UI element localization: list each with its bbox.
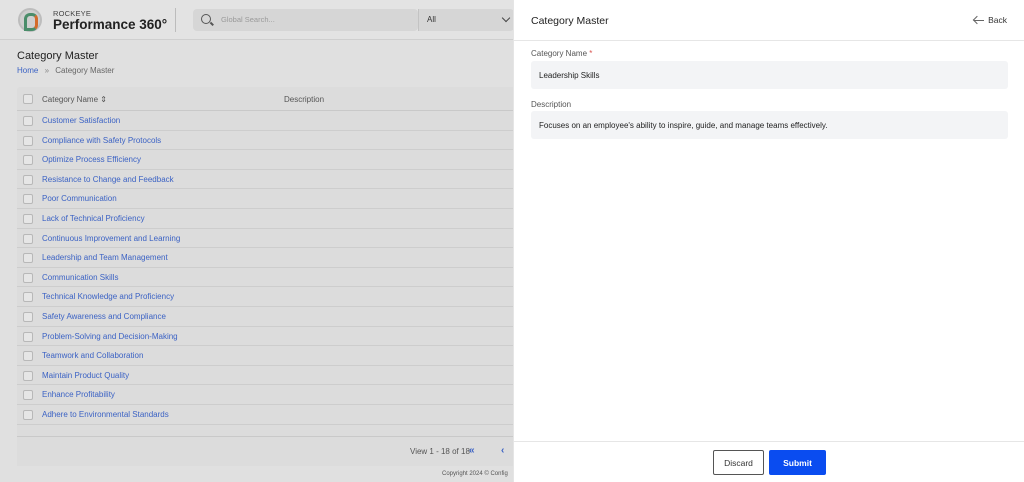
- arrow-left-icon: [974, 16, 985, 24]
- table-row[interactable]: Customer Satisfaction: [17, 111, 522, 131]
- category-name-link[interactable]: Communication Skills: [42, 273, 118, 282]
- description-field[interactable]: Focuses on an employee's ability to insp…: [531, 111, 1008, 139]
- table-row[interactable]: Compliance with Safety Protocols: [17, 131, 522, 151]
- search-placeholder: Global Search...: [221, 15, 275, 24]
- submit-button[interactable]: Submit: [769, 450, 826, 475]
- row-checkbox[interactable]: [23, 390, 33, 401]
- category-name-link[interactable]: Teamwork and Collaboration: [42, 351, 143, 360]
- category-name-link[interactable]: Technical Knowledge and Proficiency: [42, 292, 174, 301]
- previous-page-button[interactable]: ‹: [501, 445, 504, 456]
- row-checkbox[interactable]: [23, 253, 33, 264]
- search-filter-select[interactable]: All: [418, 9, 514, 31]
- table-row[interactable]: Enhance Profitability: [17, 385, 522, 405]
- row-checkbox[interactable]: [23, 292, 33, 303]
- column-header-category-name[interactable]: Category Name ⇕: [42, 95, 107, 104]
- category-table: Category Name ⇕ Description Customer Sat…: [17, 87, 522, 466]
- divider: [175, 8, 176, 32]
- pagination-summary: View 1 - 18 of 18: [410, 447, 470, 456]
- category-name-label-text: Category Name: [531, 49, 588, 58]
- row-checkbox[interactable]: [23, 135, 33, 146]
- category-name-label: Category Name *: [531, 49, 592, 58]
- back-button[interactable]: Back: [974, 15, 1007, 25]
- copyright-text: Copyright 2024 © Config: [442, 471, 508, 477]
- search-icon: [201, 14, 211, 24]
- breadcrumb-current: Category Master: [55, 66, 115, 75]
- discard-button[interactable]: Discard: [713, 450, 764, 475]
- table-row[interactable]: Communication Skills: [17, 268, 522, 288]
- page-title: Category Master: [17, 50, 99, 62]
- table-row[interactable]: Poor Communication: [17, 189, 522, 209]
- filter-value: All: [427, 15, 436, 24]
- category-name-link[interactable]: Adhere to Environmental Standards: [42, 410, 169, 419]
- category-name-link[interactable]: Poor Communication: [42, 194, 117, 203]
- panel-footer: Discard Submit: [514, 441, 1024, 482]
- table-header: Category Name ⇕ Description: [17, 87, 522, 111]
- table-row[interactable]: Leadership and Team Management: [17, 248, 522, 268]
- back-label: Back: [988, 15, 1007, 25]
- row-checkbox[interactable]: [23, 370, 33, 381]
- category-name-link[interactable]: Leadership and Team Management: [42, 253, 168, 262]
- table-row[interactable]: Lack of Technical Proficiency: [17, 209, 522, 229]
- panel-header: Category Master Back: [514, 0, 1024, 41]
- category-name-link[interactable]: Enhance Profitability: [42, 390, 115, 399]
- breadcrumb-separator: »: [44, 66, 50, 75]
- row-checkbox[interactable]: [23, 331, 33, 342]
- category-detail-panel: Category Master Back Category Name * Lea…: [513, 0, 1024, 482]
- category-name-link[interactable]: Resistance to Change and Feedback: [42, 175, 174, 184]
- row-checkbox[interactable]: [23, 410, 33, 420]
- category-name-link[interactable]: Safety Awareness and Compliance: [42, 312, 166, 321]
- table-row[interactable]: Safety Awareness and Compliance: [17, 307, 522, 327]
- row-checkbox[interactable]: [23, 174, 33, 185]
- table-pagination: View 1 - 18 of 18 « ‹: [17, 436, 522, 466]
- table-row[interactable]: Problem-Solving and Decision-Making: [17, 327, 522, 347]
- row-checkbox[interactable]: [23, 272, 33, 283]
- panel-title: Category Master: [531, 15, 609, 27]
- table-row[interactable]: Optimize Process Efficiency: [17, 150, 522, 170]
- row-checkbox[interactable]: [23, 116, 33, 126]
- table-row[interactable]: Teamwork and Collaboration: [17, 346, 522, 366]
- breadcrumb: Home » Category Master: [17, 66, 114, 75]
- category-name-link[interactable]: Lack of Technical Proficiency: [42, 214, 145, 223]
- category-name-field[interactable]: Leadership Skills: [531, 61, 1008, 89]
- table-row[interactable]: Maintain Product Quality: [17, 366, 522, 386]
- chevron-down-icon: [501, 13, 511, 23]
- required-mark: *: [589, 49, 593, 58]
- first-page-button[interactable]: «: [469, 445, 475, 456]
- category-name-link[interactable]: Compliance with Safety Protocols: [42, 136, 161, 145]
- app-logo-icon: [18, 8, 42, 32]
- global-search-input[interactable]: Global Search...: [193, 9, 418, 31]
- category-name-link[interactable]: Maintain Product Quality: [42, 371, 129, 380]
- table-row[interactable]: Continuous Improvement and Learning: [17, 229, 522, 249]
- description-label: Description: [531, 100, 572, 109]
- breadcrumb-home-link[interactable]: Home: [17, 66, 38, 75]
- row-checkbox[interactable]: [23, 351, 33, 362]
- category-name-link[interactable]: Continuous Improvement and Learning: [42, 234, 180, 243]
- row-checkbox[interactable]: [23, 155, 33, 166]
- column-header-description: Description: [284, 95, 325, 104]
- row-checkbox[interactable]: [23, 194, 33, 205]
- row-checkbox[interactable]: [23, 214, 33, 224]
- table-row[interactable]: Technical Knowledge and Proficiency: [17, 287, 522, 307]
- row-checkbox[interactable]: [23, 312, 33, 322]
- select-all-checkbox[interactable]: [23, 94, 33, 104]
- table-row[interactable]: Resistance to Change and Feedback: [17, 170, 522, 190]
- table-row[interactable]: Adhere to Environmental Standards: [17, 405, 522, 425]
- category-name-link[interactable]: Optimize Process Efficiency: [42, 155, 141, 164]
- category-name-link[interactable]: Problem-Solving and Decision-Making: [42, 332, 178, 341]
- category-name-link[interactable]: Customer Satisfaction: [42, 116, 120, 125]
- brand-name: Performance 360°: [53, 17, 168, 32]
- row-checkbox[interactable]: [23, 233, 33, 244]
